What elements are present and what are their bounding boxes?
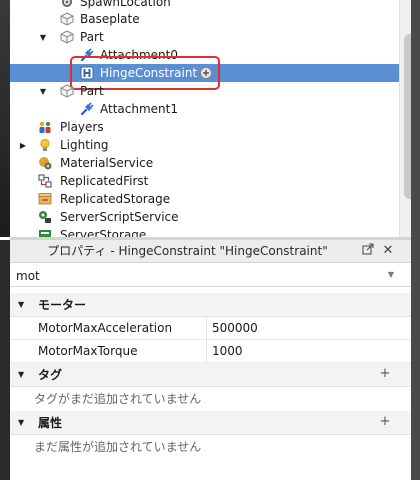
tree-item-hingeconstraint[interactable]: HingeConstraint [10,64,399,82]
chevron-down-icon[interactable]: ▼ [18,370,28,380]
attachment-icon [80,48,94,62]
part-icon [60,12,74,26]
tree-item-replicatedfirst[interactable]: ReplicatedFirst [10,172,399,190]
empty-message: タグがまだ追加されていません [34,392,202,406]
chevron-down-icon[interactable]: ▼ [38,86,48,96]
explorer-panel: SpawnLocation Baseplate ▼ Part Attachmen… [0,0,420,237]
viewport-edge [0,240,10,480]
tree-item-label: Attachment1 [100,102,178,116]
spawn-icon [60,0,74,9]
tree-item-label: ServerScriptService [60,210,179,224]
tree-item-part[interactable]: ▼ Part [10,82,399,100]
section-label: モーター [38,298,87,312]
section-tags[interactable]: ▼ タグ + [10,363,411,387]
section-label: タグ [38,368,63,382]
tree-item-label: ServerStorage [60,228,147,237]
tree-item-materialservice[interactable]: MaterialService [10,154,399,172]
property-value[interactable]: 1000 [212,340,243,363]
chevron-right-icon[interactable]: ▶ [18,140,28,150]
tree-item-label: ReplicatedStorage [60,192,171,206]
section-motor[interactable]: ▼ モーター [10,293,411,317]
tree-item-label: Part [80,30,104,44]
tree-item-label: MaterialService [60,156,154,170]
tree-item-label: Attachment0 [100,48,178,62]
attributes-empty-row: まだ属性が追加されていません [10,435,411,459]
tree-item-part[interactable]: ▼ Part [10,28,399,46]
filter-input[interactable] [16,266,376,285]
tags-empty-row: タグがまだ追加されていません [10,387,411,411]
section-attributes[interactable]: ▼ 属性 + [10,411,411,435]
add-attribute-icon[interactable]: + [378,415,392,429]
chevron-down-icon[interactable]: ▼ [384,268,398,282]
chevron-down-icon[interactable]: ▼ [18,418,28,428]
property-value[interactable]: 500000 [212,317,258,340]
column-divider[interactable] [206,340,207,363]
tree-item-players[interactable]: Players [10,118,399,136]
tree-item-replicatedstorage[interactable]: ReplicatedStorage [10,190,399,208]
tree-item-lighting[interactable]: ▶ Lighting [10,136,399,154]
tree-item-serverstorage[interactable]: ServerStorage [10,226,399,237]
property-name: MotorMaxAcceleration [38,321,173,335]
add-tag-icon[interactable]: + [378,367,392,381]
attachment-icon [80,102,94,116]
tree-item-label: HingeConstraint [100,66,198,80]
tree-item-baseplate[interactable]: Baseplate [10,10,399,28]
replicated-storage-icon [38,192,52,206]
tree-item-serverscriptservice[interactable]: ServerScriptService [10,208,399,226]
tree-item-attachment0[interactable]: Attachment0 [10,46,399,64]
section-label: 属性 [38,416,63,430]
part-icon [60,30,74,44]
property-row-motormaxacceleration[interactable]: MotorMaxAcceleration 500000 [10,317,411,340]
tree-item-label: Players [60,120,104,134]
tree-item-label: Lighting [60,138,109,152]
popout-icon[interactable] [360,243,376,259]
property-name: MotorMaxTorque [38,344,138,358]
tree-item-label: Part [80,84,104,98]
column-divider[interactable] [206,317,207,340]
close-icon[interactable]: ✕ [380,243,396,259]
properties-panel: プロパティ - HingeConstraint "HingeConstraint… [10,240,411,480]
properties-title: プロパティ - HingeConstraint "HingeConstraint… [47,244,328,258]
chevron-down-icon[interactable]: ▼ [18,300,28,310]
players-icon [38,120,52,134]
tree-item-label: Baseplate [80,12,140,26]
empty-message: まだ属性が追加されていません [34,440,202,454]
material-service-icon [38,156,52,170]
tree-item-attachment1[interactable]: Attachment1 [10,100,399,118]
tree-item-label: ReplicatedFirst [60,174,149,188]
part-icon [60,84,74,98]
chevron-down-icon[interactable]: ▼ [38,32,48,42]
viewport-edge [0,0,10,237]
server-storage-icon [38,228,52,237]
properties-filter: ▼ [10,264,411,287]
server-script-service-icon [38,210,52,224]
properties-titlebar: プロパティ - HingeConstraint "HingeConstraint… [10,240,411,263]
hinge-icon [80,66,94,80]
property-row-motormaxtorque[interactable]: MotorMaxTorque 1000 [10,340,411,363]
window-edge [411,0,420,480]
replicated-first-icon [38,174,52,188]
add-child-icon[interactable] [199,66,213,80]
lighting-icon [38,138,52,152]
